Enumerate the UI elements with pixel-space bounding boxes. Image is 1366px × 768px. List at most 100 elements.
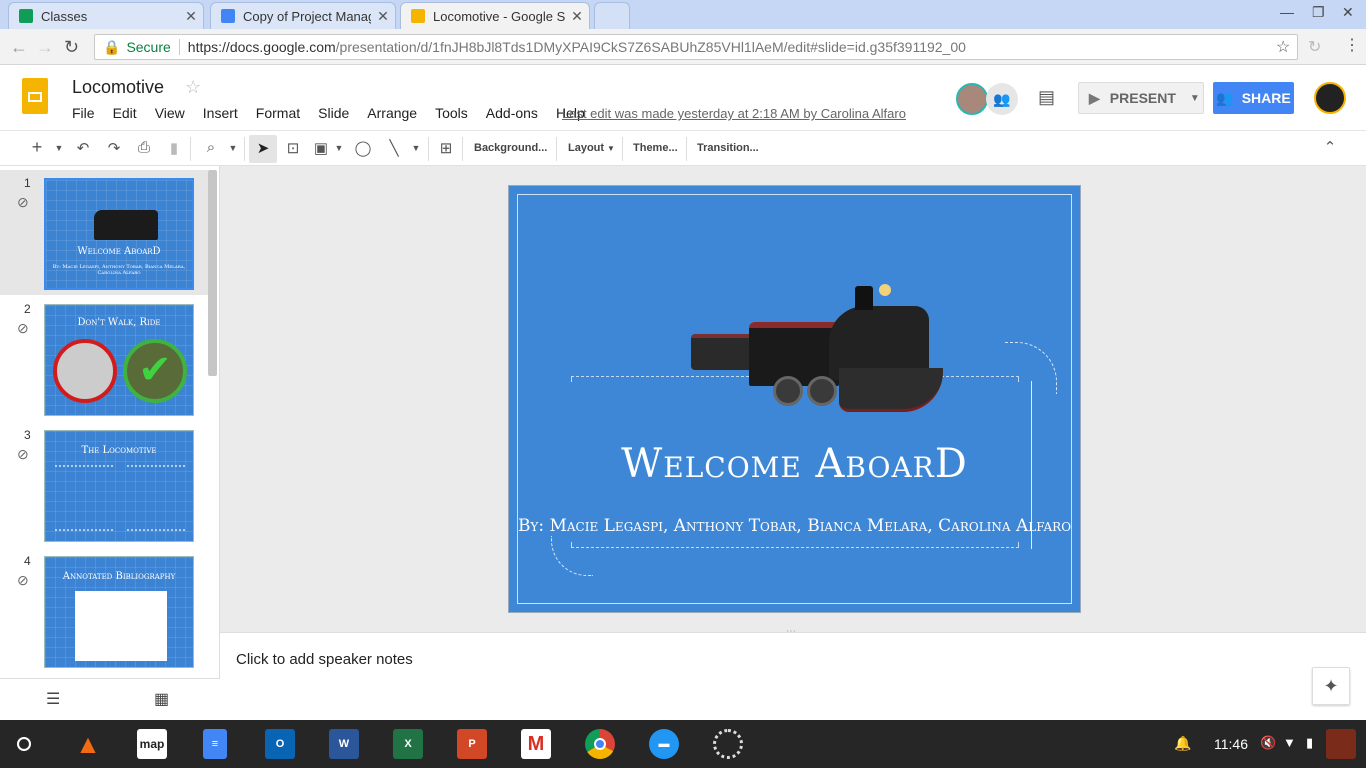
- word-icon[interactable]: W: [329, 729, 359, 759]
- system-clock[interactable]: 11:46: [1214, 736, 1248, 752]
- wifi-icon[interactable]: ▼: [1283, 735, 1296, 750]
- tab-classes[interactable]: Classes ✕: [8, 2, 204, 29]
- cursor-icon: ➤: [256, 140, 270, 157]
- gmail-icon[interactable]: M: [521, 729, 551, 759]
- explore-icon[interactable]: ✦: [1312, 667, 1350, 705]
- tab-locomotive[interactable]: Locomotive - Google Slid ✕: [400, 2, 590, 29]
- menu-arrange[interactable]: Arrange: [367, 105, 417, 121]
- present-button[interactable]: ▶ PRESENT ▼: [1078, 82, 1204, 114]
- slide-thumb-row[interactable]: 3 ⊘ The Locomotive: [0, 422, 208, 547]
- train-image: [689, 280, 945, 432]
- menu-bar: File Edit View Insert Format Slide Arran…: [72, 105, 603, 121]
- notification-icon[interactable]: 🔔: [1174, 735, 1191, 752]
- vlc-icon[interactable]: ▲: [73, 729, 103, 759]
- select-tool-button[interactable]: ➤: [249, 135, 277, 163]
- files-icon[interactable]: ▬: [649, 729, 679, 759]
- forward-icon[interactable]: →: [36, 37, 54, 58]
- share-button[interactable]: 👥 SHARE: [1213, 82, 1294, 114]
- collapse-icon[interactable]: ⌃: [1319, 138, 1341, 156]
- transition-button[interactable]: Transition...: [697, 142, 759, 154]
- line-icon[interactable]: ╲: [383, 139, 405, 157]
- user-avatar[interactable]: [1326, 729, 1356, 759]
- undo-icon[interactable]: ↶: [72, 139, 94, 157]
- battery-icon[interactable]: ▮: [1306, 735, 1313, 751]
- slide-thumb-row[interactable]: 2 ⊘ Don't Walk, Ride ✔: [0, 296, 208, 421]
- back-icon[interactable]: ←: [10, 37, 28, 58]
- redo-icon[interactable]: ↷: [103, 139, 125, 157]
- maximize-icon[interactable]: ❐: [1312, 4, 1325, 21]
- close-icon[interactable]: ✕: [179, 8, 203, 25]
- speaker-notes[interactable]: Click to add speaker notes ✦: [220, 632, 1366, 720]
- last-edit-link[interactable]: Last edit was made yesterday at 2:18 AM …: [562, 106, 906, 121]
- print-icon[interactable]: ⎙: [133, 139, 155, 156]
- mute-icon[interactable]: 🔇: [1260, 735, 1276, 751]
- new-tab-button[interactable]: [594, 2, 630, 29]
- share-people-icon: 👥: [1216, 89, 1234, 106]
- google-docs-icon[interactable]: ≡: [203, 729, 227, 759]
- text-box-icon[interactable]: ⊡: [282, 139, 304, 157]
- menu-slide[interactable]: Slide: [318, 105, 349, 121]
- list-view-icon[interactable]: ☰: [46, 689, 60, 709]
- extension-icon[interactable]: ↻: [1308, 37, 1321, 57]
- slide-title[interactable]: Welcome AboarD: [509, 441, 1080, 487]
- comments-icon[interactable]: ▤: [1038, 87, 1055, 108]
- shape-icon[interactable]: ◯: [352, 139, 374, 157]
- menu-addons[interactable]: Add-ons: [486, 105, 538, 121]
- map-icon[interactable]: map: [137, 729, 167, 759]
- chevron-down-icon[interactable]: ▼: [222, 143, 244, 153]
- chevron-down-icon[interactable]: ▼: [1190, 93, 1200, 104]
- chevron-down-icon[interactable]: ▼: [48, 143, 70, 153]
- outlook-icon[interactable]: O: [265, 729, 295, 759]
- tab-project-manager[interactable]: Copy of Project Manager ✕: [210, 2, 396, 29]
- filmstrip-scrollbar[interactable]: [208, 170, 217, 376]
- minimize-icon[interactable]: —: [1280, 4, 1294, 20]
- add-comment-icon[interactable]: ⊞: [435, 139, 457, 157]
- reload-icon[interactable]: ↻: [64, 37, 79, 58]
- notes-placeholder[interactable]: Click to add speaker notes: [236, 651, 413, 668]
- menu-format[interactable]: Format: [256, 105, 300, 121]
- theme-button[interactable]: Theme...: [633, 142, 678, 154]
- chevron-down-icon[interactable]: ▼: [607, 144, 615, 153]
- layout-button[interactable]: Layout: [568, 142, 604, 154]
- launcher-icon[interactable]: [17, 737, 31, 751]
- slide-canvas[interactable]: Welcome AboarD By: Macie Legaspi, Anthon…: [508, 185, 1081, 613]
- loading-icon[interactable]: [713, 729, 743, 759]
- slides-logo-icon[interactable]: [22, 78, 48, 114]
- menu-insert[interactable]: Insert: [203, 105, 238, 121]
- slide-thumbnail[interactable]: Don't Walk, Ride ✔: [44, 304, 194, 416]
- account-avatar[interactable]: [1314, 82, 1346, 114]
- powerpoint-icon[interactable]: P: [457, 729, 487, 759]
- slide-thumbnail[interactable]: Annotated Bibliography: [44, 556, 194, 668]
- menu-view[interactable]: View: [155, 105, 185, 121]
- chat-people-icon[interactable]: 👥: [986, 83, 1018, 115]
- new-slide-icon[interactable]: +: [26, 137, 48, 158]
- doc-title[interactable]: Locomotive: [72, 77, 164, 98]
- os-taskbar: ▲ map ≡ O W X P M ▬ 🔔 11:46 🔇 ▼ ▮: [0, 720, 1366, 768]
- zoom-icon[interactable]: ⌕: [200, 139, 222, 156]
- url-input[interactable]: 🔒 Secure https://docs.google.com /presen…: [94, 34, 1298, 60]
- menu-file[interactable]: File: [72, 105, 95, 121]
- excel-icon[interactable]: X: [393, 729, 423, 759]
- star-icon[interactable]: ☆: [185, 77, 201, 98]
- slide-subtitle[interactable]: By: Macie Legaspi, Anthony Tobar, Bianca…: [509, 516, 1080, 536]
- chrome-icon[interactable]: [585, 729, 615, 759]
- menu-tools[interactable]: Tools: [435, 105, 468, 121]
- menu-icon[interactable]: ⋮: [1344, 35, 1360, 55]
- menu-edit[interactable]: Edit: [113, 105, 137, 121]
- google-slides-icon: [411, 9, 425, 23]
- close-icon[interactable]: ✕: [565, 8, 589, 25]
- close-window-icon[interactable]: ✕: [1342, 4, 1354, 21]
- slide-thumbnail[interactable]: The Locomotive: [44, 430, 194, 542]
- grid-view-icon[interactable]: ▦: [154, 689, 169, 709]
- chevron-down-icon[interactable]: ▼: [405, 143, 427, 153]
- lock-icon: 🔒: [103, 38, 121, 55]
- background-button[interactable]: Background...: [474, 142, 547, 154]
- avatar[interactable]: [956, 83, 988, 115]
- slide-thumb-row[interactable]: 4 ⊘ Annotated Bibliography: [0, 548, 208, 673]
- paint-format-icon[interactable]: ▮: [163, 139, 185, 157]
- chevron-down-icon[interactable]: ▼: [328, 143, 350, 153]
- close-icon[interactable]: ✕: [371, 8, 395, 25]
- bookmark-star-icon[interactable]: ☆: [1276, 37, 1290, 57]
- slide-thumbnail[interactable]: Welcome AboarD By: Macie Legaspi, Anthon…: [44, 178, 194, 290]
- slide-thumb-row[interactable]: 1 ⊘ Welcome AboarD By: Macie Legaspi, An…: [0, 170, 208, 295]
